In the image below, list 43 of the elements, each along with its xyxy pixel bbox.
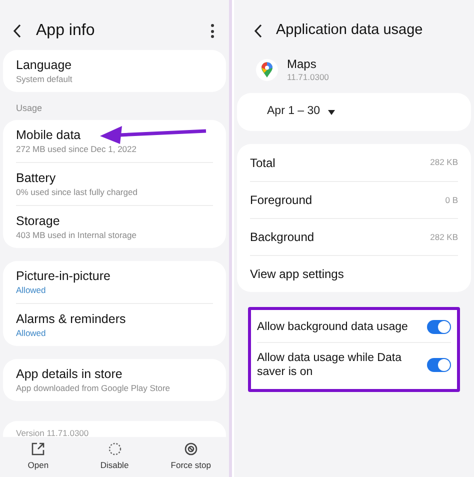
back-button[interactable]: [13, 23, 23, 39]
section-header: Usage: [15, 102, 44, 115]
action-button[interactable]: Disable: [84, 442, 145, 472]
force-stop-icon: [184, 442, 198, 456]
settings-link[interactable]: View app settings: [250, 265, 344, 283]
screen-title: Application data usage: [276, 21, 423, 40]
item-title[interactable]: Language: [16, 57, 72, 73]
app-name: Maps: [287, 56, 318, 71]
item-title[interactable]: Storage: [16, 212, 60, 228]
toggle-label: Allow background data usage: [257, 320, 409, 334]
item-subtitle: 0% used since last fully charged: [16, 186, 138, 198]
action-button[interactable]: Force stop: [160, 442, 221, 472]
item-subtitle: App downloaded from Google Play Store: [16, 382, 170, 394]
dashed-circle-icon: [108, 442, 122, 456]
item-subtitle: System default: [16, 73, 72, 85]
toggle-switch[interactable]: [427, 358, 451, 372]
usage-value: 282 KB: [430, 156, 458, 169]
item-title[interactable]: Picture-in-picture: [16, 268, 110, 284]
version-label: Version 11.71.0300: [16, 426, 90, 440]
usage-label: Foreground: [250, 192, 312, 209]
item-subtitle: Allowed: [16, 326, 46, 338]
open-external-icon: [31, 442, 46, 456]
item-subtitle: Allowed: [16, 284, 46, 296]
usage-value: 282 KB: [430, 230, 458, 244]
item-title[interactable]: App details in store: [16, 366, 122, 382]
more-options-icon[interactable]: [209, 24, 216, 38]
usage-label: Background: [250, 229, 314, 246]
toggle-label: Allow data usage while Data saver is on: [257, 351, 402, 379]
date-range-dropdown[interactable]: Apr 1 – 30: [267, 103, 336, 121]
item-subtitle: 272 MB used since Dec 1, 2022: [16, 142, 136, 154]
back-button[interactable]: [254, 23, 264, 39]
item-title[interactable]: Alarms & reminders: [16, 310, 126, 326]
usage-label: Total: [250, 154, 276, 172]
caret-icon: [328, 110, 336, 114]
usage-value: 0 B: [445, 194, 458, 206]
action-button[interactable]: Open: [8, 442, 68, 472]
toggle-switch[interactable]: [427, 320, 451, 334]
map-pin-icon: [256, 59, 278, 81]
item-subtitle: 403 MB used in Internal storage: [16, 228, 136, 240]
item-title[interactable]: Mobile data: [16, 126, 81, 142]
app-version: 11.71.0300: [287, 70, 329, 84]
screen-title: App info: [36, 21, 96, 41]
item-title[interactable]: Battery: [16, 170, 56, 186]
